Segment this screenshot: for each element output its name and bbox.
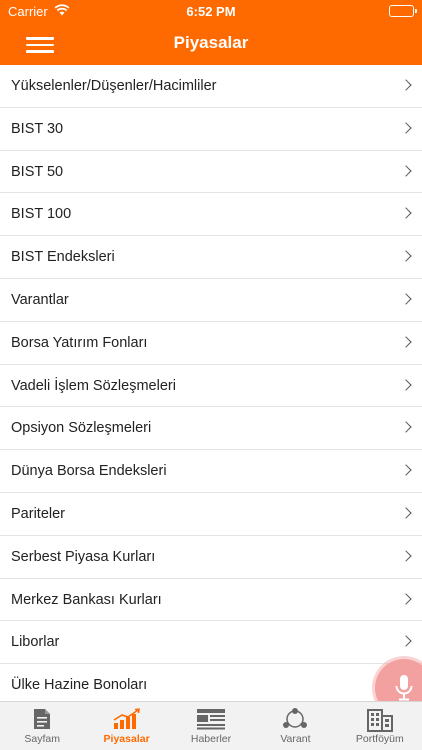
clock: 6:52 PM: [186, 4, 236, 19]
list-item-label: BIST Endeksleri: [11, 249, 115, 266]
list-item[interactable]: Serbest Piyasa Kurları: [0, 536, 422, 579]
list-item-label: BIST 50: [11, 163, 64, 180]
list-item-label: Ülke Hazine Bonoları: [11, 677, 148, 694]
list-item-label: Borsa Yatırım Fonları: [11, 334, 148, 351]
list-item[interactable]: Varantlar: [0, 279, 422, 322]
tab-piyasalar[interactable]: Piyasalar: [84, 702, 168, 750]
list-item-label: Serbest Piyasa Kurları: [11, 548, 156, 565]
chevron-right-icon: [400, 592, 412, 605]
chevron-right-icon: [400, 507, 412, 519]
list-item-label: Yükselenler/Düşenler/Hacimliler: [11, 78, 217, 94]
tab-label: Piyasalar: [103, 733, 150, 745]
list-item-label: Vadeli İşlem Sözleşmeleri: [11, 377, 176, 394]
page-title: Piyasalar: [173, 33, 249, 52]
tab-label: Sayfam: [24, 733, 60, 745]
list-item[interactable]: BIST 30: [0, 108, 422, 151]
chevron-right-icon: [400, 122, 412, 134]
chevron-right-icon: [400, 79, 412, 91]
list-item[interactable]: Opsiyon Sözleşmeleri: [0, 407, 422, 451]
chevron-right-icon: [400, 164, 412, 177]
status-bar: Carrier 6:52 PM: [0, 0, 422, 22]
newspaper-icon: [196, 708, 226, 735]
chevron-right-icon: [400, 336, 412, 348]
list-item[interactable]: Yükselenler/Düşenler/Hacimliler: [0, 65, 422, 108]
list-item-label: Pariteler: [11, 505, 65, 522]
list-item[interactable]: BIST 100: [0, 193, 422, 237]
list-item-label: Merkez Bankası Kurları: [11, 591, 162, 608]
tab-label: Portföyüm: [355, 733, 404, 745]
tab-haberler[interactable]: Haberler: [169, 702, 253, 750]
list-item[interactable]: BIST Endeksleri: [0, 236, 422, 279]
list-item-label: Opsiyon Sözleşmeleri: [11, 420, 152, 437]
tab-label: Varant: [280, 733, 311, 745]
battery-icon: [389, 5, 417, 17]
list-item[interactable]: Borsa Yatırım Fonları: [0, 322, 422, 365]
tab-portfoyum[interactable]: Portföyüm: [338, 702, 422, 750]
list-item[interactable]: Vadeli İşlem Sözleşmeleri: [0, 365, 422, 408]
list-item-label: BIST 100: [11, 206, 72, 223]
markets-list: Yükselenler/Düşenler/Hacimliler BIST 30 …: [0, 65, 422, 707]
chevron-right-icon: [400, 635, 412, 648]
document-icon: [33, 708, 51, 735]
list-item[interactable]: Dünya Borsa Endeksleri: [0, 450, 422, 493]
chevron-right-icon: [400, 207, 412, 220]
tab-sayfam[interactable]: Sayfam: [0, 702, 84, 750]
list-item[interactable]: BIST 50: [0, 151, 422, 194]
chart-bars-icon: [112, 708, 142, 735]
chevron-right-icon: [400, 421, 412, 434]
microphone-icon: [395, 675, 413, 701]
list-item-label: BIST 30: [11, 120, 64, 137]
chevron-right-icon: [400, 378, 412, 391]
list-item-label: Varantlar: [11, 291, 69, 308]
list-item-label: Liborlar: [11, 634, 60, 651]
app-header: Carrier 6:52 PM Piyasalar: [0, 0, 422, 65]
list-item-label: Dünya Borsa Endeksleri: [11, 463, 167, 480]
chevron-right-icon: [400, 550, 412, 562]
list-item[interactable]: Pariteler: [0, 493, 422, 536]
tab-varant[interactable]: Varant: [253, 702, 337, 750]
list-item[interactable]: Liborlar: [0, 621, 422, 665]
tab-label: Haberler: [190, 733, 232, 745]
list-item[interactable]: Merkez Bankası Kurları: [0, 579, 422, 622]
chevron-right-icon: [400, 464, 412, 476]
chevron-right-icon: [400, 250, 412, 262]
chevron-right-icon: [400, 293, 412, 305]
tab-bar: Sayfam Piyasalar Haberler Varant Portföy…: [0, 701, 422, 750]
